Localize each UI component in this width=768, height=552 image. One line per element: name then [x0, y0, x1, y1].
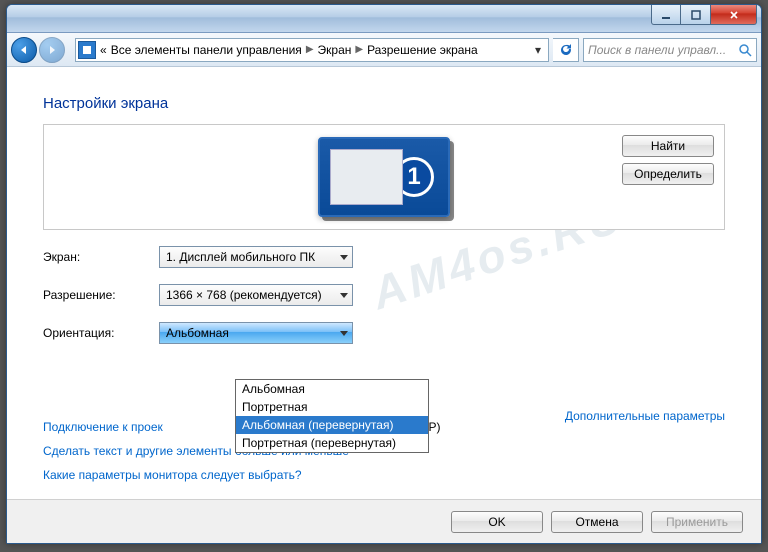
refresh-button[interactable] [553, 38, 579, 62]
detect-button[interactable]: Определить [622, 163, 714, 185]
orientation-label: Ориентация: [43, 326, 159, 340]
ok-button[interactable]: OK [451, 511, 543, 533]
resolution-select[interactable]: 1366 × 768 (рекомендуется) [159, 284, 353, 306]
option-landscape[interactable]: Альбомная [236, 380, 428, 398]
monitor-icon[interactable]: 1 [318, 137, 450, 217]
chevron-right-icon: ▶ [306, 44, 314, 55]
option-portrait-flipped[interactable]: Портретная (перевернутая) [236, 434, 428, 452]
find-button[interactable]: Найти [622, 135, 714, 157]
control-panel-icon [78, 41, 96, 59]
back-button[interactable] [11, 37, 37, 63]
orientation-value: Альбомная [166, 326, 229, 340]
window: « Все элементы панели управления ▶ Экран… [6, 4, 762, 544]
orientation-select[interactable]: Альбомная [159, 322, 353, 344]
orientation-dropdown[interactable]: Альбомная Портретная Альбомная (переверн… [235, 379, 429, 453]
screen-label: Экран: [43, 250, 159, 264]
option-landscape-flipped[interactable]: Альбомная (перевернутая) [236, 416, 428, 434]
monitor-number: 1 [394, 157, 434, 197]
option-portrait[interactable]: Портретная [236, 398, 428, 416]
chevron-down-icon [340, 293, 348, 298]
navbar: « Все элементы панели управления ▶ Экран… [7, 33, 761, 67]
apply-button[interactable]: Применить [651, 511, 743, 533]
projector-link[interactable]: Подключение к проек [43, 420, 163, 434]
footer: OK Отмена Применить [7, 499, 761, 543]
content-area: AM4os.RU Настройки экрана 1 Найти Опреде… [7, 67, 761, 499]
resolution-value: 1366 × 768 (рекомендуется) [166, 288, 322, 302]
search-icon [738, 43, 752, 57]
monitor-preview: 1 Найти Определить [43, 124, 725, 230]
forward-button[interactable] [39, 37, 65, 63]
which-settings-link[interactable]: Какие параметры монитора следует выбрать… [43, 468, 302, 482]
search-placeholder: Поиск в панели управл... [588, 43, 738, 57]
chevron-right-icon: ▶ [355, 44, 363, 55]
minimize-button[interactable] [651, 5, 681, 25]
resolution-label: Разрешение: [43, 288, 159, 302]
cancel-button[interactable]: Отмена [551, 511, 643, 533]
screen-value: 1. Дисплей мобильного ПК [166, 250, 315, 264]
titlebar[interactable] [7, 5, 761, 33]
close-button[interactable] [711, 5, 757, 25]
crumb-screen[interactable]: Экран [318, 43, 352, 57]
page-title: Настройки экрана [43, 95, 725, 112]
chevron-down-icon [340, 331, 348, 336]
screen-select[interactable]: 1. Дисплей мобильного ПК [159, 246, 353, 268]
crumb-all[interactable]: Все элементы панели управления [111, 43, 302, 57]
address-dropdown[interactable]: ▾ [530, 43, 546, 57]
crumb-prefix: « [100, 43, 107, 57]
address-bar[interactable]: « Все элементы панели управления ▶ Экран… [75, 38, 549, 62]
chevron-down-icon [340, 255, 348, 260]
advanced-link[interactable]: Дополнительные параметры [565, 409, 725, 423]
maximize-button[interactable] [681, 5, 711, 25]
crumb-resolution[interactable]: Разрешение экрана [367, 43, 478, 57]
search-input[interactable]: Поиск в панели управл... [583, 38, 757, 62]
